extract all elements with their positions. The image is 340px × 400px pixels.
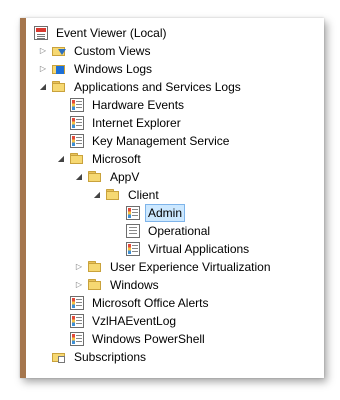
tree-item-applications-services-logs[interactable]: ◢ Applications and Services Logs (38, 78, 244, 96)
expand-arrow-icon[interactable]: ▷ (74, 276, 84, 294)
collapse-arrow-icon[interactable]: ◢ (56, 150, 66, 168)
log-folder-icon (52, 80, 66, 94)
tree-item-label: Event Viewer (Local) (56, 26, 167, 40)
tree-item-label: Custom Views (74, 44, 151, 58)
folder-icon (88, 260, 102, 274)
event-log-icon (70, 116, 84, 130)
folder-icon (106, 188, 120, 202)
tree-item-admin[interactable]: Admin (126, 204, 186, 222)
tree-item-vzlhaeventlog[interactable]: VzlHAEventLog (70, 312, 179, 330)
tree-item-label: Windows (110, 278, 159, 292)
event-log-icon (70, 134, 84, 148)
tree-item-hardware-events[interactable]: Hardware Events (70, 96, 187, 114)
windows-logs-icon (52, 62, 66, 76)
custom-views-icon (52, 44, 66, 58)
event-log-icon (70, 296, 84, 310)
tree-panel: Event Viewer (Local) ▷ Custom Views ▷ Wi… (20, 18, 324, 378)
tree-item-label: Windows PowerShell (92, 332, 205, 346)
tree-item-label: Applications and Services Logs (74, 80, 241, 94)
expand-arrow-icon[interactable]: ▷ (38, 42, 48, 60)
tree-item-operational[interactable]: Operational (126, 222, 213, 240)
subscriptions-icon (52, 350, 66, 364)
event-log-icon (126, 242, 140, 256)
tree-item-label: AppV (110, 170, 140, 184)
collapse-arrow-icon[interactable]: ◢ (92, 186, 102, 204)
folder-icon (88, 170, 102, 184)
tree-item-label: Hardware Events (92, 98, 185, 112)
event-log-icon (70, 332, 84, 346)
collapse-arrow-icon[interactable]: ◢ (38, 78, 48, 96)
tree-item-label: Admin (145, 204, 186, 222)
tree-item-client[interactable]: ◢ Client (92, 186, 162, 204)
tree-item-label: Internet Explorer (92, 116, 181, 130)
folder-icon (88, 278, 102, 292)
tree-item-microsoft-office-alerts[interactable]: Microsoft Office Alerts (70, 294, 211, 312)
tree-item-label: VzlHAEventLog (92, 314, 177, 328)
tree-item-custom-views[interactable]: ▷ Custom Views (38, 42, 153, 60)
tree-item-label: Microsoft Office Alerts (92, 296, 209, 310)
collapse-arrow-icon[interactable]: ◢ (74, 168, 84, 186)
event-log-icon (70, 314, 84, 328)
tree-item-label: Subscriptions (74, 350, 147, 364)
tree-item-label: Virtual Applications (148, 242, 250, 256)
tree-item-label: Windows Logs (74, 62, 153, 76)
tree-item-label: Operational (148, 224, 211, 238)
tree-item-virtual-applications[interactable]: Virtual Applications (126, 240, 252, 258)
log-icon (126, 224, 140, 238)
event-viewer-tree: Event Viewer (Local) ▷ Custom Views ▷ Wi… (26, 18, 324, 378)
tree-item-key-management-service[interactable]: Key Management Service (70, 132, 232, 150)
folder-icon (70, 152, 84, 166)
tree-item-subscriptions[interactable]: Subscriptions (52, 348, 149, 366)
tree-item-label: Key Management Service (92, 134, 230, 148)
tree-item-windows-powershell[interactable]: Windows PowerShell (70, 330, 208, 348)
tree-item-label: User Experience Virtualization (110, 260, 271, 274)
tree-item-internet-explorer[interactable]: Internet Explorer (70, 114, 184, 132)
tree-item-label: Client (128, 188, 159, 202)
tree-item-microsoft[interactable]: ◢ Microsoft (56, 150, 144, 168)
tree-item-windows[interactable]: ▷ Windows (74, 276, 162, 294)
event-log-icon (70, 98, 84, 112)
tree-item-appv[interactable]: ◢ AppV (74, 168, 142, 186)
expand-arrow-icon[interactable]: ▷ (38, 60, 48, 78)
tree-item-user-experience-virtualization[interactable]: ▷ User Experience Virtualization (74, 258, 274, 276)
event-viewer-icon (34, 26, 48, 40)
tree-item-windows-logs[interactable]: ▷ Windows Logs (38, 60, 155, 78)
tree-item-label: Microsoft (92, 152, 141, 166)
tree-item-event-viewer-local[interactable]: Event Viewer (Local) (34, 24, 170, 42)
expand-arrow-icon[interactable]: ▷ (74, 258, 84, 276)
event-log-icon (126, 206, 140, 220)
